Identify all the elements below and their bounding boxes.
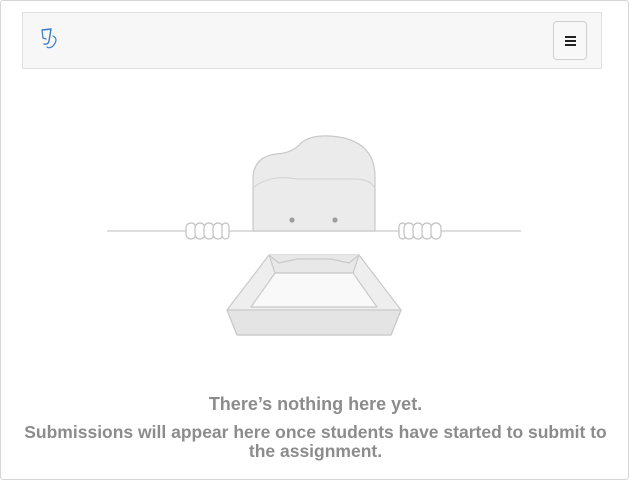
- left-hand: [185, 222, 230, 240]
- empty-state-title: There’s nothing here yet.: [208, 394, 423, 414]
- hamburger-menu-icon: [565, 36, 576, 38]
- empty-state-illustration: [107, 135, 521, 336]
- app-frame: There’s nothing here yet. Submissions wi…: [0, 0, 629, 480]
- quill-logo-icon[interactable]: [37, 26, 61, 50]
- empty-tray: [226, 254, 402, 336]
- right-hand: [398, 222, 442, 240]
- hamburger-line: [565, 40, 576, 42]
- peeking-character: [252, 135, 376, 232]
- empty-state-description: Submissions will appear here once studen…: [24, 422, 607, 461]
- menu-toggle-button[interactable]: [553, 21, 587, 60]
- hamburger-line: [565, 44, 576, 46]
- top-navbar: [22, 12, 602, 69]
- empty-state-message: There’s nothing here yet. Submissions wi…: [1, 393, 629, 461]
